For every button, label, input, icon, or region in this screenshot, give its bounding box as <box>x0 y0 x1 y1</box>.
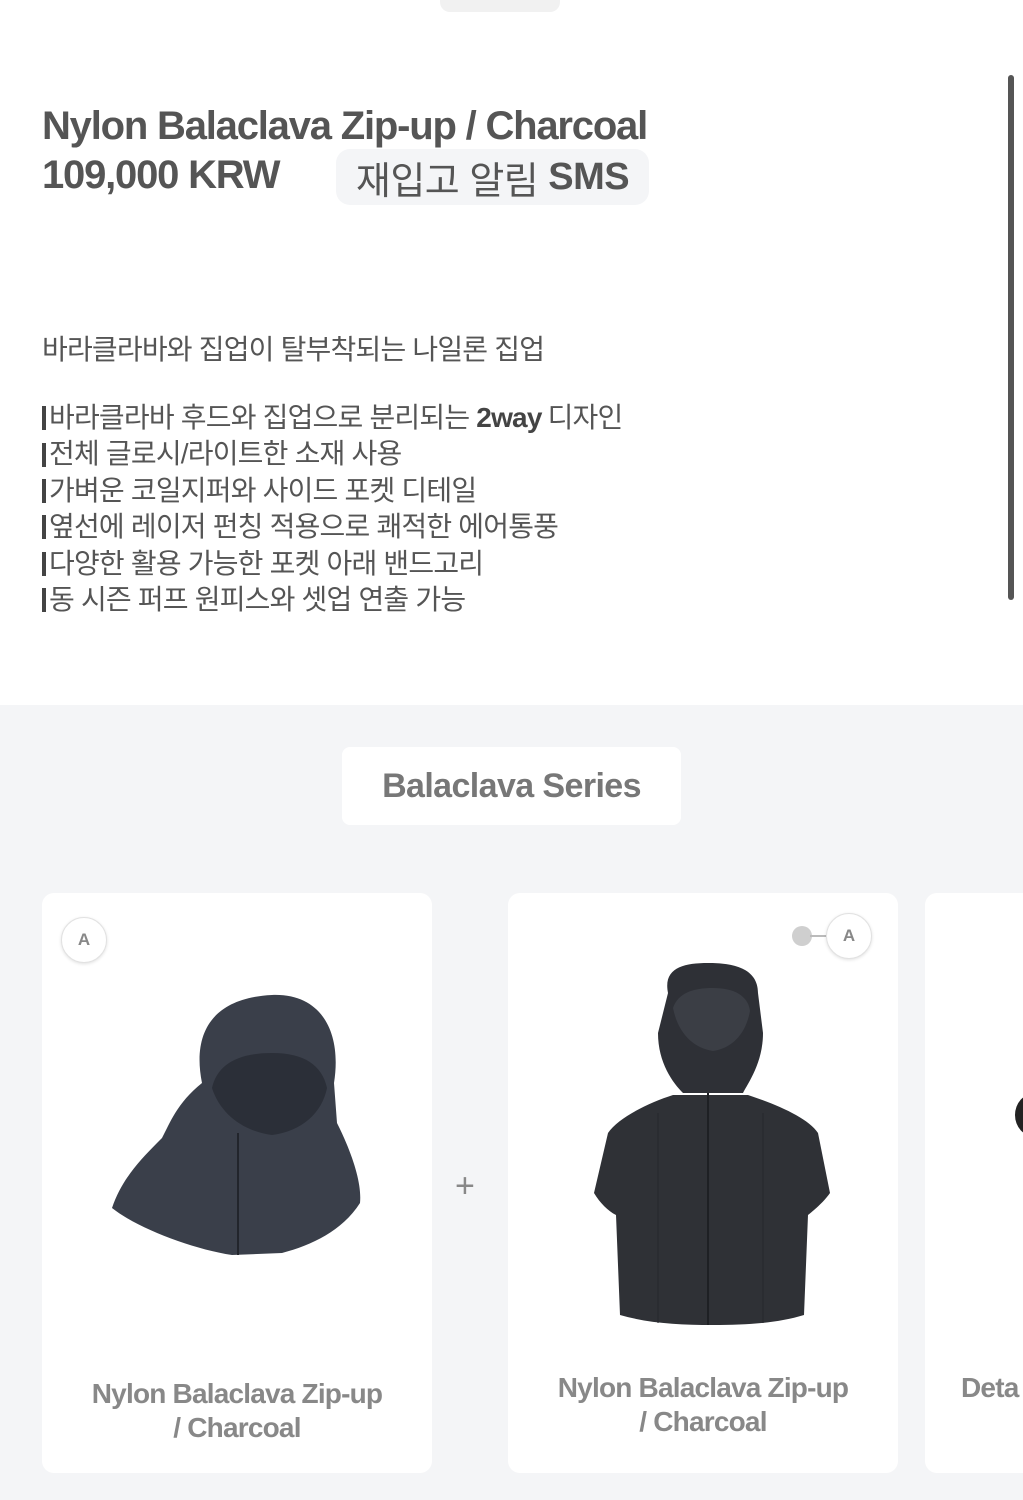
plus-icon: + <box>455 1167 475 1205</box>
card-name-line: / Charcoal <box>639 1406 767 1437</box>
series-section: Balaclava Series A Nylon Balaclava Zip-u… <box>0 705 1023 1500</box>
feature-text: 옆선에 레이저 펀칭 적용으로 쾌적한 에어통풍 <box>49 511 559 543</box>
feature-text-post: 디자인 <box>547 402 624 433</box>
top-handle <box>440 0 560 12</box>
bullet-bar <box>42 588 46 613</box>
product-price: 109,000 KRW <box>42 153 281 197</box>
zip-up-jacket-image <box>594 963 830 1325</box>
feature-item: 가벼운 코일지퍼와 사이드 포켓 디테일 <box>42 473 622 509</box>
product-title: Nylon Balaclava Zip-up / Charcoal <box>42 104 648 148</box>
feature-item: 옆선에 레이저 펀칭 적용으로 쾌적한 에어통풍 <box>42 509 622 545</box>
bullet-bar <box>42 515 46 540</box>
card-product-name[interactable]: Deta <box>961 1371 1023 1405</box>
balaclava-series-button[interactable]: Balaclava Series <box>342 747 681 825</box>
series-card[interactable]: A Nylon Balaclava Zip-up / Charcoal <box>508 893 898 1473</box>
scrollbar[interactable] <box>1008 75 1014 600</box>
feature-item: 다양한 활용 가능한 포켓 아래 밴드고리 <box>42 546 622 582</box>
bullet-bar <box>42 479 46 504</box>
feature-list: 바라클라바 후드와 집업으로 분리되는 2way 디자인 전체 글로시/라이트한 … <box>42 400 624 618</box>
card-product-name[interactable]: Nylon Balaclava Zip-up / Charcoal <box>508 1371 898 1439</box>
restock-label: 재입고 알림 <box>355 160 539 203</box>
feature-bold: 2way <box>476 402 542 433</box>
feature-item: 바라클라바 후드와 집업으로 분리되는 2way 디자인 <box>42 400 624 436</box>
feature-item: 동 시즌 퍼프 원피스와 셋업 연출 가능 <box>42 582 622 618</box>
toggle-dot-icon[interactable] <box>792 926 812 946</box>
feature-text: 바라클라바 후드와 집업으로 분리되는 <box>49 402 470 433</box>
bullet-bar <box>42 442 46 467</box>
restock-sms-label: SMS <box>548 155 630 198</box>
feature-text: 동 시즌 퍼프 원피스와 셋업 연출 가능 <box>49 584 466 616</box>
card-name-line: Nylon Balaclava Zip-up <box>91 1378 383 1409</box>
description-intro: 바라클라바와 집업이 탈부착되는 나일론 집업 <box>42 334 545 365</box>
feature-text: 전체 글로시/라이트한 소재 사용 <box>49 438 402 470</box>
card-name-line: / Charcoal <box>173 1412 301 1443</box>
toggle-line <box>810 935 826 937</box>
card-product-name[interactable]: Nylon Balaclava Zip-up / Charcoal <box>42 1377 432 1445</box>
restock-sms-button[interactable]: 재입고 알림 SMS <box>336 149 649 205</box>
bullet-bar <box>42 551 46 576</box>
bullet-bar <box>42 406 46 431</box>
series-card[interactable]: Deta <box>925 893 1023 1473</box>
feature-item: 전체 글로시/라이트한 소재 사용 <box>42 436 622 472</box>
product-image-peek <box>1015 1093 1023 1137</box>
feature-text: 다양한 활용 가능한 포켓 아래 밴드고리 <box>49 547 484 579</box>
feature-text: 가벼운 코일지퍼와 사이드 포켓 디테일 <box>49 474 477 506</box>
card-name-line: Nylon Balaclava Zip-up <box>557 1372 849 1403</box>
balaclava-hood-image <box>112 994 361 1255</box>
series-card[interactable]: A Nylon Balaclava Zip-up / Charcoal <box>42 893 432 1473</box>
